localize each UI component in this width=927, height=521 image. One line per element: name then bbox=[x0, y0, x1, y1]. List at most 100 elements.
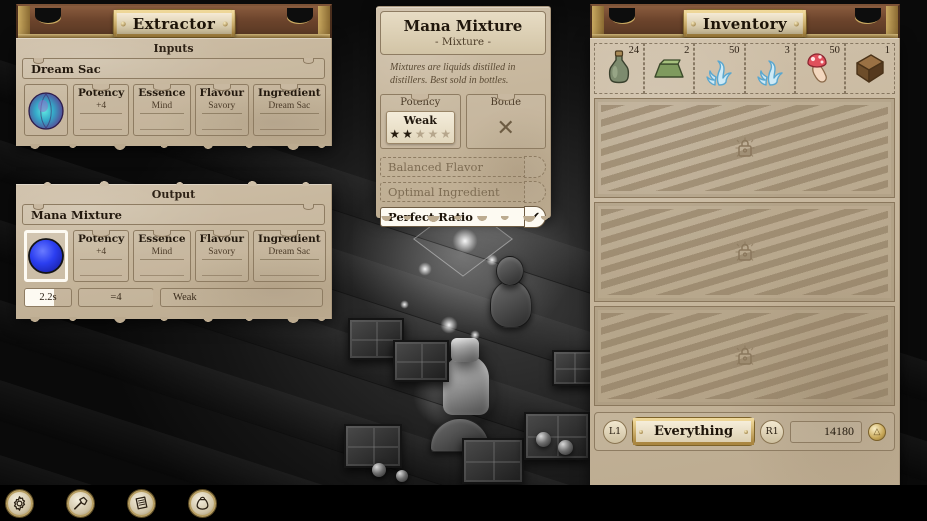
mana-mixture-icon bbox=[28, 238, 64, 274]
stat-flavour: Flavour Savory bbox=[194, 230, 250, 282]
trait-row: Optimal Ingredient✔ bbox=[380, 181, 546, 203]
plate-stud-left bbox=[639, 429, 643, 434]
stat-blank-row bbox=[260, 120, 319, 130]
stat-blank-row bbox=[201, 120, 243, 130]
output-timer: 2.2s bbox=[24, 288, 72, 307]
potency-star-rating: ★ ★ ★ ★ ★ bbox=[387, 128, 454, 140]
inputs-label: Inputs bbox=[153, 42, 194, 55]
lock-icon bbox=[735, 241, 754, 261]
inventory-locked-rows bbox=[594, 98, 895, 406]
stat-value: Savory bbox=[201, 247, 243, 260]
lock-icon bbox=[735, 137, 755, 159]
inventory-item-count: 50 bbox=[729, 45, 740, 56]
stat-essence: Essence Mind bbox=[133, 84, 191, 136]
stat-potency: Potency +4 bbox=[73, 84, 130, 136]
output-stats-row: Potency +4 Essence Mind Flavour Savory I… bbox=[73, 230, 326, 282]
left-bumper-button[interactable]: L1 bbox=[603, 419, 627, 444]
stat-header: Flavour bbox=[199, 87, 245, 99]
detail-potency-label: Potency bbox=[400, 97, 441, 108]
detail-header: Mana Mixture - Mixture - bbox=[380, 11, 546, 55]
stat-header: Ingredient bbox=[258, 233, 321, 245]
trait-checkbox: ✔ bbox=[524, 156, 546, 178]
extractor-title: Extractor bbox=[132, 14, 216, 33]
trait-label: Perfect Ratio bbox=[380, 207, 525, 227]
input-name-field[interactable]: Dream Sac bbox=[22, 58, 325, 79]
trait-row: Balanced Flavor✔ bbox=[380, 156, 546, 178]
item-detail-panel: Mana Mixture - Mixture - Mixtures are li… bbox=[376, 6, 551, 228]
input-stats-row: Potency +4 Essence Mind Flavour Savory I… bbox=[73, 84, 326, 136]
output-total-text: =4 bbox=[110, 292, 122, 303]
plate-stud-right bbox=[794, 21, 800, 26]
input-item-thumb[interactable] bbox=[24, 84, 68, 136]
stat-header: Flavour bbox=[199, 233, 245, 245]
trait-row: Perfect Ratio ✔ bbox=[380, 206, 546, 228]
output-name-field[interactable]: Mana Mixture bbox=[22, 204, 325, 225]
detail-bottle-value: ✕ bbox=[496, 115, 515, 140]
detail-subtitle: - Mixture - bbox=[434, 36, 492, 48]
output-grade: Weak bbox=[160, 288, 323, 307]
game-screen: Extractor Inputs Dream Sac Potency +4 Es… bbox=[0, 0, 927, 521]
locked-inventory-row[interactable] bbox=[594, 202, 895, 302]
output-item-thumb[interactable] bbox=[24, 230, 68, 282]
locked-inventory-row[interactable] bbox=[594, 306, 895, 406]
inventory-item-count: 24 bbox=[628, 45, 640, 56]
stat-blank-row bbox=[260, 266, 319, 276]
lock-icon bbox=[735, 241, 755, 263]
journal-book-button[interactable] bbox=[128, 489, 155, 517]
stat-blank-row bbox=[201, 266, 243, 276]
coin-icon: △ bbox=[868, 422, 886, 441]
stat-essence: Essence Mind bbox=[133, 230, 191, 282]
stat-header: Ingredient bbox=[258, 87, 321, 99]
locked-inventory-row[interactable] bbox=[594, 98, 895, 198]
inventory-slot[interactable]: 1 bbox=[844, 43, 896, 94]
trait-label: Optimal Ingredient bbox=[380, 182, 525, 202]
detail-potency-card: Weak ★ ★ ★ ★ ★ bbox=[386, 111, 455, 144]
inventory-item-count: 3 bbox=[784, 45, 790, 56]
trait-checkbox: ✔ bbox=[524, 206, 546, 228]
inventory-slot[interactable]: 2 bbox=[644, 43, 695, 94]
trait-label: Balanced Flavor bbox=[380, 157, 525, 177]
right-bumper-button[interactable]: R1 bbox=[760, 419, 785, 444]
inventory-item-count: 2 bbox=[684, 45, 690, 56]
stat-value: Mind bbox=[140, 101, 184, 114]
inventory-slot[interactable]: 50 bbox=[794, 43, 845, 94]
lock-icon bbox=[735, 345, 754, 365]
taskbar bbox=[0, 485, 927, 521]
settings-gear-button[interactable] bbox=[6, 489, 33, 517]
inventory-panel: Inventory 24 2 50 3 50 1 L1 Everything R1 bbox=[590, 4, 900, 493]
timer-text: 2.2s bbox=[39, 292, 57, 303]
detail-potency-box: Potency Weak ★ ★ ★ ★ ★ bbox=[380, 94, 461, 149]
detail-description: Mixtures are liquids distilled in distil… bbox=[390, 62, 516, 86]
detail-potency-value: Weak bbox=[403, 114, 437, 127]
trait-checkbox: ✔ bbox=[524, 181, 546, 203]
lock-icon bbox=[735, 137, 754, 157]
left-bumper-label: L1 bbox=[608, 426, 622, 437]
inventory-header: Inventory bbox=[590, 4, 900, 40]
output-grade-text: Weak bbox=[173, 292, 197, 303]
inventory-slot[interactable]: 24 bbox=[594, 43, 645, 94]
coin-pouch-button[interactable] bbox=[189, 489, 216, 517]
stat-ingredient: Ingredient Dream Sac bbox=[253, 230, 326, 282]
star-5: ★ bbox=[440, 127, 452, 141]
hammer-icon bbox=[74, 496, 88, 510]
star-4: ★ bbox=[427, 127, 439, 141]
stat-value: Dream Sac bbox=[260, 101, 319, 114]
inventory-slot[interactable]: 3 bbox=[744, 43, 795, 94]
stat-blank-row bbox=[80, 266, 123, 276]
dream-sac-icon bbox=[28, 92, 64, 130]
money-amount: 14180 bbox=[824, 424, 854, 438]
input-name-text: Dream Sac bbox=[31, 61, 101, 76]
lock-icon bbox=[735, 345, 755, 367]
output-panel: Output Mana Mixture Potency +4 Essence M… bbox=[16, 180, 332, 324]
soap-bar-icon bbox=[654, 58, 684, 78]
stat-value: Mind bbox=[140, 247, 184, 260]
extractor-body: Inputs Dream Sac Potency +4 Essence Mind… bbox=[16, 38, 332, 151]
plate-stud-right bbox=[222, 21, 228, 26]
inventory-slot[interactable]: 50 bbox=[694, 43, 745, 94]
stat-header: Essence bbox=[138, 87, 186, 99]
stat-value: +4 bbox=[80, 247, 123, 260]
inventory-filter-selector[interactable]: Everything bbox=[633, 418, 755, 445]
inventory-item-count: 50 bbox=[829, 45, 840, 56]
stat-blank-row bbox=[140, 120, 184, 130]
crafting-hammer-button[interactable] bbox=[67, 489, 94, 517]
